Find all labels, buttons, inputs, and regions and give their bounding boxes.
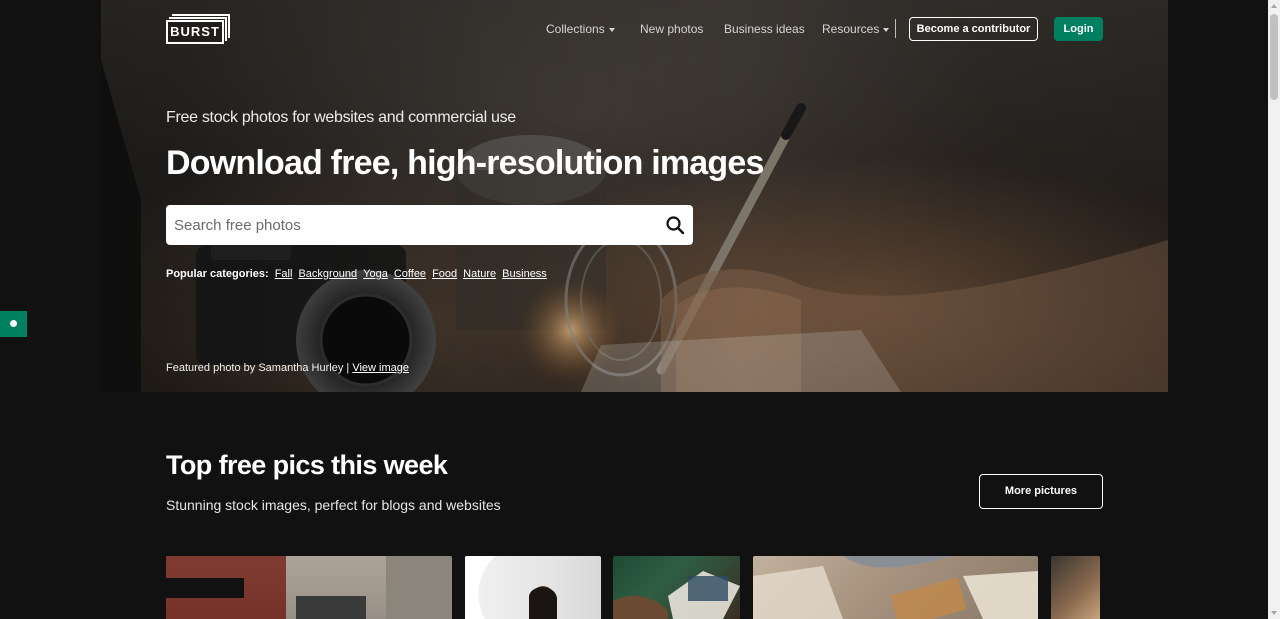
- hero-banner: [101, 0, 1168, 392]
- category-link-business[interactable]: Business: [502, 268, 547, 280]
- featured-credit: Featured photo by Samantha Hurley | View…: [166, 362, 409, 374]
- nav-resources-label: Resources: [822, 22, 880, 36]
- search-input[interactable]: [174, 205, 654, 245]
- view-image-link[interactable]: View image: [352, 362, 409, 374]
- section-subtitle: Stunning stock images, perfect for blogs…: [166, 497, 501, 513]
- feedback-icon: [10, 320, 17, 327]
- thumbnail-image: [753, 556, 1038, 619]
- nav-collections-label: Collections: [546, 22, 605, 36]
- category-link-coffee[interactable]: Coffee: [394, 268, 426, 280]
- photo-thumbnail-1[interactable]: [166, 556, 452, 619]
- scroll-up-icon[interactable]: [1271, 4, 1277, 8]
- nav-business-ideas[interactable]: Business ideas: [724, 22, 805, 36]
- become-contributor-button[interactable]: Become a contributor: [909, 17, 1038, 41]
- logo-text: BURST: [166, 20, 224, 44]
- category-link-fall[interactable]: Fall: [275, 268, 293, 280]
- login-button[interactable]: Login: [1054, 17, 1103, 41]
- thumbnail-image: [613, 571, 740, 619]
- page-scrollbar[interactable]: [1268, 0, 1280, 619]
- nav-new-photos-label: New photos: [640, 22, 704, 36]
- featured-credit-text: Featured photo by Samantha Hurley |: [166, 362, 350, 374]
- burst-logo[interactable]: BURST: [166, 14, 230, 44]
- chevron-down-icon: [608, 27, 615, 32]
- thumbnail-image: [465, 556, 557, 619]
- photo-thumbnail-3[interactable]: [613, 556, 740, 619]
- section-title: Top free pics this week: [166, 450, 448, 480]
- scroll-down-icon[interactable]: [1271, 611, 1277, 615]
- nav-resources[interactable]: Resources: [822, 22, 890, 36]
- photo-thumbnail-5[interactable]: [1051, 556, 1100, 619]
- photo-thumbnail-4[interactable]: [753, 556, 1038, 619]
- search-icon[interactable]: [665, 215, 685, 235]
- chevron-down-icon: [883, 27, 890, 32]
- popular-categories-label: Popular categories:: [166, 268, 269, 280]
- nav-business-ideas-label: Business ideas: [724, 22, 805, 36]
- popular-categories: Popular categories: Fall Background Yoga…: [166, 268, 547, 280]
- category-link-food[interactable]: Food: [432, 268, 457, 280]
- thumbnail-image: [166, 556, 452, 619]
- scrollbar-thumb[interactable]: [1270, 14, 1278, 100]
- search-box: [166, 205, 693, 245]
- nav-collections[interactable]: Collections: [546, 22, 615, 36]
- nav-new-photos[interactable]: New photos: [640, 22, 703, 36]
- hero-headline: Download free, high-resolution images: [166, 144, 764, 182]
- category-link-yoga[interactable]: Yoga: [363, 268, 388, 280]
- feedback-tab[interactable]: [0, 311, 27, 337]
- more-pictures-button[interactable]: More pictures: [979, 474, 1103, 509]
- category-link-background[interactable]: Background: [298, 268, 357, 280]
- category-link-nature[interactable]: Nature: [463, 268, 496, 280]
- nav-divider: [895, 19, 896, 38]
- photo-thumbnail-2[interactable]: [465, 556, 601, 619]
- hero-tagline: Free stock photos for websites and comme…: [166, 109, 516, 126]
